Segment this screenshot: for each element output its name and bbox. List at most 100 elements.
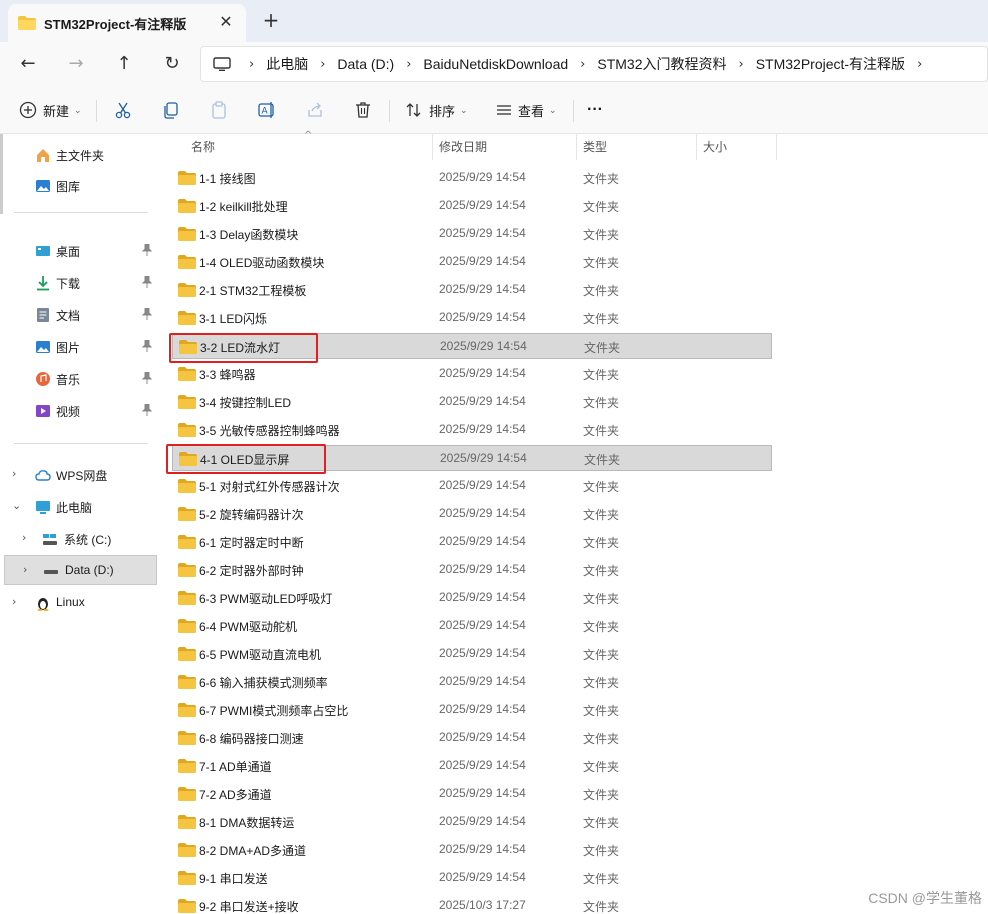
sort-ascending-icon: ^ [304,130,313,141]
breadcrumb-separator: › [917,56,923,72]
new-tab-button[interactable]: + [258,8,284,34]
file-modified-date: 2025/9/29 14:54 [439,198,526,212]
sidebar-item-desktop[interactable]: 桌面 [0,236,158,266]
file-row[interactable]: 6-6 输入捕获模式测频率 2025/9/29 14:54 文件夹 [172,669,772,695]
file-row[interactable]: 8-2 DMA+AD多通道 2025/9/29 14:54 文件夹 [172,837,772,863]
refresh-icon[interactable]: ↻ [158,50,186,78]
back-arrow-icon[interactable]: ← [14,50,42,78]
chevron-right-icon[interactable]: › [12,595,16,608]
sidebar-item-linux[interactable]: › Linux [0,588,158,618]
forward-arrow-icon[interactable]: → [62,50,90,78]
folder-icon [178,367,196,381]
sidebar-item-gallery[interactable]: 图库 [0,171,158,201]
file-row[interactable]: 6-7 PWMI模式测频率占空比 2025/9/29 14:54 文件夹 [172,697,772,723]
sidebar-item-videos[interactable]: 视频 [0,396,158,426]
cut-button[interactable] [113,96,133,124]
share-button[interactable] [305,96,325,124]
file-row[interactable]: 5-2 旋转编码器计次 2025/9/29 14:54 文件夹 [172,501,772,527]
file-name: 6-1 定时器定时中断 [199,536,304,550]
sidebar-item-label: 系统 (C:) [64,533,112,547]
column-divider[interactable] [776,134,777,160]
chevron-right-icon[interactable]: › [23,563,27,576]
column-header-modified[interactable]: 修改日期 [439,134,487,160]
folder-icon [18,16,36,30]
file-type: 文件夹 [583,648,620,662]
file-row[interactable]: 9-2 串口发送+接收 2025/10/3 17:27 文件夹 [172,893,772,914]
file-row[interactable]: 2-1 STM32工程模板 2025/9/29 14:54 文件夹 [172,277,772,303]
column-divider[interactable] [696,134,697,160]
file-row[interactable]: 7-1 AD单通道 2025/9/29 14:54 文件夹 [172,753,772,779]
breadcrumb-item[interactable]: Data (D:) [337,56,394,72]
delete-button[interactable] [353,96,373,124]
file-row[interactable]: 9-1 串口发送 2025/9/29 14:54 文件夹 [172,865,772,891]
file-type: 文件夹 [583,564,620,578]
up-arrow-icon[interactable]: ↑ [110,50,138,78]
file-row[interactable]: 3-1 LED闪烁 2025/9/29 14:54 文件夹 [172,305,772,331]
breadcrumb-item[interactable]: STM32入门教程资料 [597,54,726,74]
file-row[interactable]: 1-2 keilkill批处理 2025/9/29 14:54 文件夹 [172,193,772,219]
tab-current[interactable]: STM32Project-有注释版 ✕ [8,4,246,42]
file-row[interactable]: 3-5 光敏传感器控制蜂鸣器 2025/9/29 14:54 文件夹 [172,417,772,443]
column-header-name[interactable]: 名称 [191,134,215,160]
view-button[interactable]: 查看 ⌄ [494,96,557,124]
file-row[interactable]: 6-4 PWM驱动舵机 2025/9/29 14:54 文件夹 [172,613,772,639]
close-icon[interactable]: ✕ [216,12,236,32]
breadcrumb-item[interactable]: 此电脑 [266,54,308,74]
breadcrumb-item[interactable]: STM32Project-有注释版 [756,54,905,74]
sidebar-item-home[interactable]: 主文件夹 [0,140,158,170]
file-row[interactable]: 3-4 按键控制LED 2025/9/29 14:54 文件夹 [172,389,772,415]
file-row[interactable]: 5-1 对射式红外传感器计次 2025/9/29 14:54 文件夹 [172,473,772,499]
file-name: 8-1 DMA数据转运 [199,816,295,830]
column-divider[interactable] [432,134,433,160]
copy-button[interactable] [161,96,181,124]
file-type: 文件夹 [583,872,620,886]
sidebar-item-label: 下载 [56,277,81,291]
sort-label: 排序 [429,103,456,119]
file-modified-date: 2025/9/29 14:54 [439,730,526,744]
folder-icon [178,731,196,745]
column-divider[interactable] [576,134,577,160]
file-modified-date: 2025/9/29 14:54 [439,310,526,324]
drive-icon [44,570,58,574]
file-row[interactable]: 6-2 定时器外部时钟 2025/9/29 14:54 文件夹 [172,557,772,583]
file-row[interactable]: 6-8 编码器接口测速 2025/9/29 14:54 文件夹 [172,725,772,751]
file-modified-date: 2025/10/3 17:27 [439,898,526,912]
file-row[interactable]: 1-3 Delay函数模块 2025/9/29 14:54 文件夹 [172,221,772,247]
address-bar[interactable]: › 此电脑 › Data (D:) › BaiduNetdiskDownload… [200,46,988,82]
sidebar-item-drive-d[interactable]: › Data (D:) [4,555,157,585]
breadcrumb-item[interactable]: BaiduNetdiskDownload [423,56,568,72]
sidebar-item-downloads[interactable]: 下载 [0,268,158,298]
breadcrumb-separator: › [249,56,255,72]
file-row[interactable]: 1-1 接线图 2025/9/29 14:54 文件夹 [172,165,772,191]
more-options-icon[interactable]: ··· [587,96,603,124]
folder-icon [178,843,196,857]
file-row[interactable]: 3-3 蜂鸣器 2025/9/29 14:54 文件夹 [172,361,772,387]
file-row[interactable]: 1-4 OLED驱动函数模块 2025/9/29 14:54 文件夹 [172,249,772,275]
chevron-right-icon[interactable]: › [12,467,16,480]
chevron-down-icon: ⌄ [460,104,468,115]
sidebar-item-pictures[interactable]: 图片 [0,332,158,362]
file-row[interactable]: 6-3 PWM驱动LED呼吸灯 2025/9/29 14:54 文件夹 [172,585,772,611]
folder-icon [178,815,196,829]
pin-icon [141,371,154,386]
sidebar-item-this-pc[interactable]: ⌄ 此电脑 [0,492,158,522]
sidebar-item-wps-cloud[interactable]: › WPS网盘 [0,460,158,490]
sort-button[interactable]: 排序 ⌄ [404,96,468,124]
sidebar-item-label: 此电脑 [56,501,93,515]
column-header-type[interactable]: 类型 [583,134,607,160]
file-row[interactable]: 8-1 DMA数据转运 2025/9/29 14:54 文件夹 [172,809,772,835]
chevron-down-icon[interactable]: ⌄ [12,499,21,512]
chevron-right-icon[interactable]: › [22,531,26,544]
sidebar-item-drive-c[interactable]: › 系统 (C:) [0,524,158,554]
sidebar-item-label: Data (D:) [65,563,114,577]
file-name: 6-6 输入捕获模式测频率 [199,676,328,690]
sidebar-item-documents[interactable]: 文档 [0,300,158,330]
sidebar-item-music[interactable]: 音乐 [0,364,158,394]
paste-button[interactable] [209,96,229,124]
file-row[interactable]: 6-5 PWM驱动直流电机 2025/9/29 14:54 文件夹 [172,641,772,667]
file-row[interactable]: 6-1 定时器定时中断 2025/9/29 14:54 文件夹 [172,529,772,555]
column-header-size[interactable]: 大小 [703,134,727,160]
new-button[interactable]: 新建 ⌄ [18,96,82,124]
rename-button[interactable]: A [257,96,277,124]
file-row[interactable]: 7-2 AD多通道 2025/9/29 14:54 文件夹 [172,781,772,807]
